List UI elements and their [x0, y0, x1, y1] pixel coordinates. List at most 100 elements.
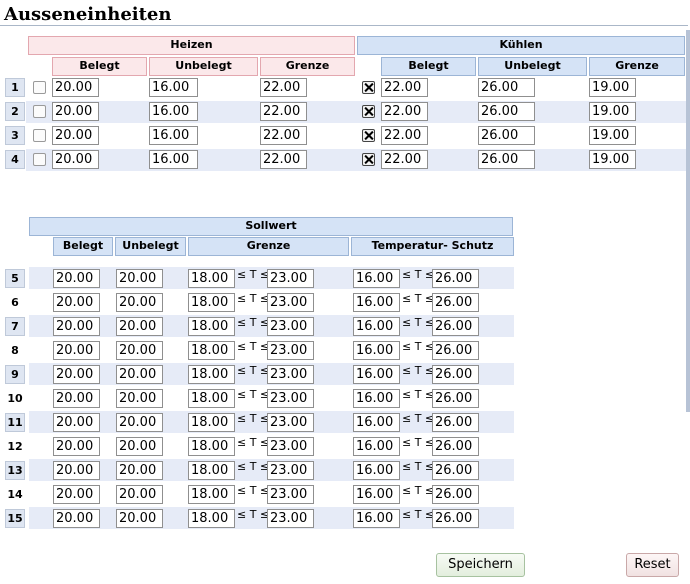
sollwert-unbelegt-input[interactable]: 20.00 [116, 509, 163, 528]
grenze-max-input[interactable]: 23.00 [267, 365, 314, 384]
grenze-min-input[interactable]: 18.00 [188, 389, 235, 408]
schutz-max-input[interactable]: 26.00 [432, 461, 479, 480]
grenze-min-input[interactable]: 18.00 [188, 413, 235, 432]
heat-enable-checkbox[interactable] [33, 129, 46, 142]
schutz-min-input[interactable]: 16.00 [353, 317, 400, 336]
heat-unbelegt-input[interactable]: 16.00 [149, 102, 198, 121]
schutz-min-input[interactable]: 16.00 [353, 389, 400, 408]
reset-button[interactable]: Reset [626, 553, 679, 577]
cool-belegt-input[interactable]: 22.00 [381, 102, 428, 121]
sollwert-belegt-input[interactable]: 20.00 [53, 341, 100, 360]
sollwert-unbelegt-input[interactable]: 20.00 [116, 389, 163, 408]
schutz-min-input[interactable]: 16.00 [353, 461, 400, 480]
schutz-max-input[interactable]: 26.00 [432, 293, 479, 312]
cool-belegt-input[interactable]: 22.00 [381, 150, 428, 169]
cool-unbelegt-input[interactable]: 26.00 [478, 102, 535, 121]
grenze-max-input[interactable]: 23.00 [267, 437, 314, 456]
heat-enable-checkbox[interactable] [33, 81, 46, 94]
cool-belegt-input[interactable]: 22.00 [381, 78, 428, 97]
cool-enable-checkbox[interactable] [362, 81, 375, 94]
heat-enable-checkbox[interactable] [33, 105, 46, 118]
heat-belegt-input[interactable]: 20.00 [52, 126, 99, 145]
sollwert-unbelegt-input[interactable]: 20.00 [116, 317, 163, 336]
schutz-min-input[interactable]: 16.00 [353, 341, 400, 360]
sollwert-unbelegt-input[interactable]: 20.00 [116, 269, 163, 288]
schutz-min-input[interactable]: 16.00 [353, 269, 400, 288]
grenze-max-input[interactable]: 23.00 [267, 461, 314, 480]
sollwert-belegt-input[interactable]: 20.00 [53, 461, 100, 480]
cool-unbelegt-input[interactable]: 26.00 [478, 150, 535, 169]
heat-grenze-input[interactable]: 22.00 [260, 102, 307, 121]
schutz-min-input[interactable]: 16.00 [353, 293, 400, 312]
heat-grenze-input[interactable]: 22.00 [260, 126, 307, 145]
sollwert-belegt-input[interactable]: 20.00 [53, 413, 100, 432]
grenze-max-input[interactable]: 23.00 [267, 317, 314, 336]
grenze-min-input[interactable]: 18.00 [188, 509, 235, 528]
heat-unbelegt-input[interactable]: 16.00 [149, 126, 198, 145]
sollwert-unbelegt-input[interactable]: 20.00 [116, 485, 163, 504]
heat-enable-checkbox[interactable] [33, 153, 46, 166]
schutz-min-input[interactable]: 16.00 [353, 509, 400, 528]
schutz-max-input[interactable]: 26.00 [432, 269, 479, 288]
grenze-min-input[interactable]: 18.00 [188, 461, 235, 480]
schutz-max-input[interactable]: 26.00 [432, 413, 479, 432]
grenze-min-input[interactable]: 18.00 [188, 437, 235, 456]
vertical-scrollbar[interactable] [686, 30, 690, 412]
grenze-min-input[interactable]: 18.00 [188, 269, 235, 288]
grenze-max-input[interactable]: 23.00 [267, 413, 314, 432]
cool-grenze-input[interactable]: 19.00 [589, 150, 636, 169]
schutz-max-input[interactable]: 26.00 [432, 485, 479, 504]
sollwert-belegt-input[interactable]: 20.00 [53, 365, 100, 384]
cool-belegt-input[interactable]: 22.00 [381, 126, 428, 145]
heat-grenze-input[interactable]: 22.00 [260, 78, 307, 97]
grenze-min-input[interactable]: 18.00 [188, 365, 235, 384]
schutz-min-input[interactable]: 16.00 [353, 413, 400, 432]
grenze-max-input[interactable]: 23.00 [267, 509, 314, 528]
heat-belegt-input[interactable]: 20.00 [52, 150, 99, 169]
schutz-max-input[interactable]: 26.00 [432, 509, 479, 528]
sollwert-belegt-input[interactable]: 20.00 [53, 269, 100, 288]
grenze-max-input[interactable]: 23.00 [267, 485, 314, 504]
sollwert-belegt-input[interactable]: 20.00 [53, 437, 100, 456]
sollwert-belegt-input[interactable]: 20.00 [53, 389, 100, 408]
cool-unbelegt-input[interactable]: 26.00 [478, 126, 535, 145]
grenze-min-input[interactable]: 18.00 [188, 485, 235, 504]
grenze-max-input[interactable]: 23.00 [267, 269, 314, 288]
cool-enable-checkbox[interactable] [362, 153, 375, 166]
cool-grenze-input[interactable]: 19.00 [589, 102, 636, 121]
schutz-min-input[interactable]: 16.00 [353, 485, 400, 504]
sollwert-unbelegt-input[interactable]: 20.00 [116, 413, 163, 432]
heat-unbelegt-input[interactable]: 16.00 [149, 150, 198, 169]
cool-enable-checkbox[interactable] [362, 105, 375, 118]
schutz-min-input[interactable]: 16.00 [353, 365, 400, 384]
cool-enable-checkbox[interactable] [362, 129, 375, 142]
sollwert-unbelegt-input[interactable]: 20.00 [116, 341, 163, 360]
save-button[interactable]: Speichern [436, 553, 525, 577]
schutz-max-input[interactable]: 26.00 [432, 389, 479, 408]
heat-belegt-input[interactable]: 20.00 [52, 78, 99, 97]
cool-unbelegt-input[interactable]: 26.00 [478, 78, 535, 97]
grenze-min-input[interactable]: 18.00 [188, 341, 235, 360]
schutz-max-input[interactable]: 26.00 [432, 341, 479, 360]
sollwert-belegt-input[interactable]: 20.00 [53, 485, 100, 504]
cool-grenze-input[interactable]: 19.00 [589, 126, 636, 145]
schutz-max-input[interactable]: 26.00 [432, 317, 479, 336]
grenze-min-input[interactable]: 18.00 [188, 317, 235, 336]
grenze-min-input[interactable]: 18.00 [188, 293, 235, 312]
cool-grenze-input[interactable]: 19.00 [589, 78, 636, 97]
grenze-max-input[interactable]: 23.00 [267, 341, 314, 360]
sollwert-unbelegt-input[interactable]: 20.00 [116, 293, 163, 312]
sollwert-belegt-input[interactable]: 20.00 [53, 317, 100, 336]
heat-belegt-input[interactable]: 20.00 [52, 102, 99, 121]
schutz-min-input[interactable]: 16.00 [353, 437, 400, 456]
sollwert-unbelegt-input[interactable]: 20.00 [116, 437, 163, 456]
heat-grenze-input[interactable]: 22.00 [260, 150, 307, 169]
schutz-max-input[interactable]: 26.00 [432, 365, 479, 384]
heat-unbelegt-input[interactable]: 16.00 [149, 78, 198, 97]
sollwert-belegt-input[interactable]: 20.00 [53, 293, 100, 312]
sollwert-belegt-input[interactable]: 20.00 [53, 509, 100, 528]
sollwert-unbelegt-input[interactable]: 20.00 [116, 365, 163, 384]
grenze-max-input[interactable]: 23.00 [267, 389, 314, 408]
sollwert-unbelegt-input[interactable]: 20.00 [116, 461, 163, 480]
schutz-max-input[interactable]: 26.00 [432, 437, 479, 456]
